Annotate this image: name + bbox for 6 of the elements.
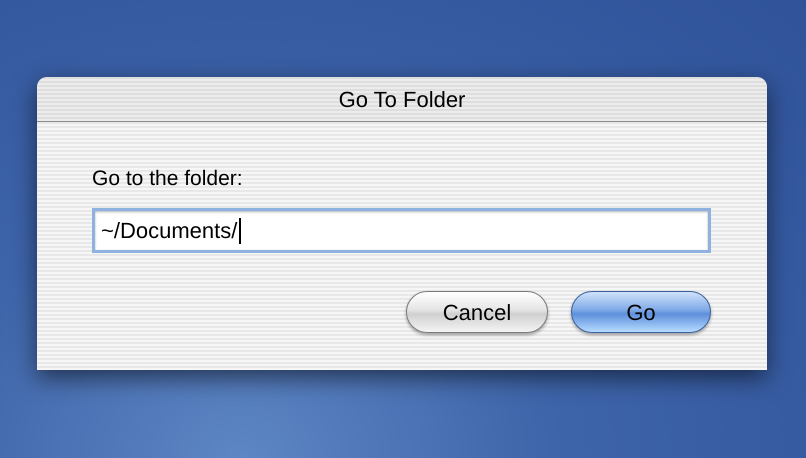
window-title: Go To Folder [338,86,466,114]
path-field[interactable]: ~/Documents/ [92,208,711,253]
cancel-button[interactable]: Cancel [406,291,548,333]
text-cursor [239,218,242,244]
default-button[interactable]: Go [571,291,711,333]
field-label: Go to the folder: [92,166,244,192]
